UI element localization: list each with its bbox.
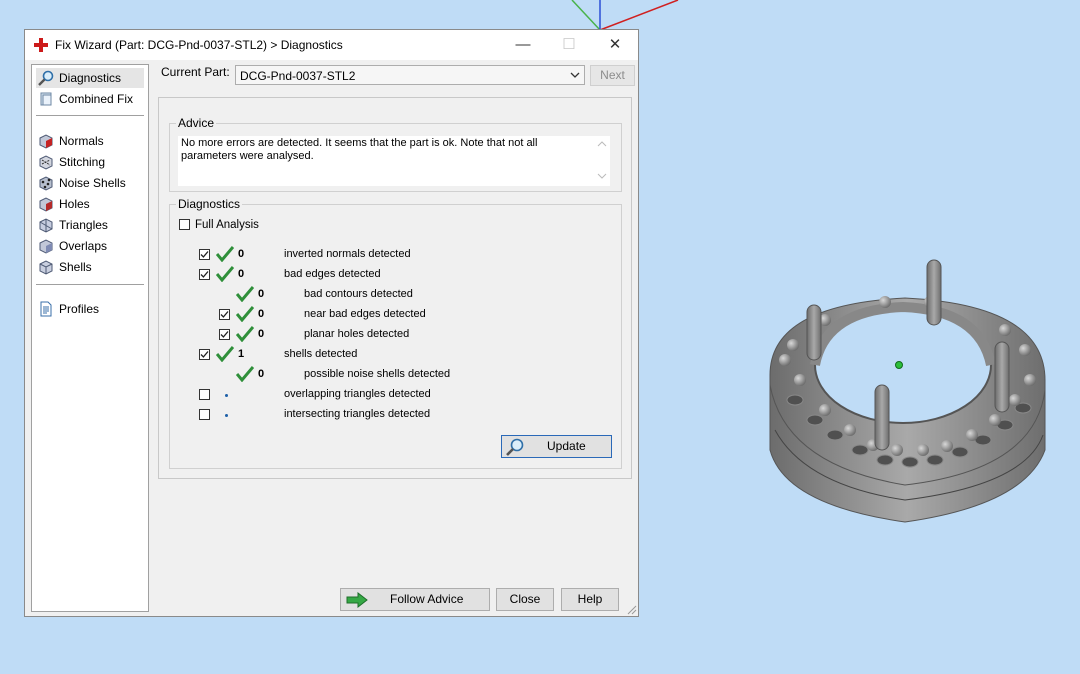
3d-part-model — [769, 259, 1046, 523]
document-icon — [40, 301, 52, 317]
intersecting-triangles-checkbox[interactable] — [199, 409, 210, 420]
diagnostics-group: Diagnostics Full Analysis 0 inverted nor… — [169, 197, 622, 469]
maximize-button: ☐ — [562, 36, 576, 53]
status-dot-icon — [225, 414, 228, 417]
shells-cube-icon — [39, 260, 53, 275]
red-cross-app-icon — [34, 38, 48, 52]
current-part-label: Current Part: — [161, 65, 230, 79]
green-check-icon — [216, 266, 234, 282]
triangles-cube-icon — [39, 218, 53, 233]
sidebar-separator — [36, 115, 144, 116]
overlapping-triangles-checkbox[interactable] — [199, 389, 210, 400]
advice-group-title: Advice — [176, 116, 217, 130]
normals-cube-icon — [39, 134, 53, 149]
green-arrow-icon — [346, 592, 368, 608]
overlapping-triangles-label: overlapping triangles detected — [284, 388, 431, 400]
near-bad-edges-label: near bad edges detected — [304, 308, 426, 320]
sidebar-item-diagnostics[interactable]: Diagnostics — [36, 68, 144, 88]
noise-shells-icon — [39, 176, 53, 191]
close-button[interactable]: Close — [496, 588, 554, 611]
near-bad-edges-count: 0 — [258, 308, 265, 320]
sidebar-item-shells[interactable]: Shells — [36, 257, 144, 277]
sidebar-item-combined-fix[interactable]: Combined Fix — [36, 89, 144, 109]
advice-group: Advice No more errors are detected. It s… — [169, 116, 622, 192]
planar-holes-checkbox[interactable] — [219, 329, 230, 340]
close-window-button[interactable]: ✕ — [592, 30, 638, 60]
fix-wizard-window: Fix Wizard (Part: DCG-Pnd-0037-STL2) > D… — [24, 29, 639, 617]
magnifier-icon — [38, 70, 54, 86]
advice-textbox[interactable]: No more errors are detected. It seems th… — [178, 136, 610, 186]
combined-fix-icon — [40, 92, 52, 106]
noise-shells-count: 0 — [258, 368, 265, 380]
intersecting-triangles-label: intersecting triangles detected — [284, 408, 431, 420]
green-check-icon — [236, 366, 254, 382]
full-analysis-checkbox[interactable] — [179, 219, 190, 230]
near-bad-edges-checkbox[interactable] — [219, 309, 230, 320]
status-dot-icon — [225, 394, 228, 397]
overlaps-cube-icon — [39, 239, 53, 254]
stitching-icon — [39, 155, 53, 170]
advice-scrollbar[interactable] — [594, 136, 610, 186]
sidebar-item-overlaps[interactable]: Overlaps — [36, 236, 144, 256]
bad-edges-label: bad edges detected — [284, 268, 381, 280]
sidebar-item-profiles[interactable]: Profiles — [36, 299, 144, 319]
inverted-normals-count: 0 — [238, 248, 245, 260]
shells-checkbox[interactable] — [199, 349, 210, 360]
current-part-dropdown[interactable]: DCG-Pnd-0037-STL2 — [235, 65, 585, 85]
shells-count: 1 — [238, 348, 245, 360]
sidebar-item-holes[interactable]: Holes — [36, 194, 144, 214]
resize-grip-icon[interactable] — [627, 605, 637, 615]
green-check-icon — [236, 306, 254, 322]
follow-advice-button[interactable]: Follow Advice — [340, 588, 490, 611]
inverted-normals-label: inverted normals detected — [284, 248, 411, 260]
help-button[interactable]: Help — [561, 588, 619, 611]
green-check-icon — [216, 246, 234, 262]
update-label: Update — [547, 439, 586, 453]
planar-holes-count: 0 — [258, 328, 265, 340]
current-part-value: DCG-Pnd-0037-STL2 — [240, 69, 356, 83]
full-analysis-label: Full Analysis — [195, 219, 259, 231]
bad-edges-count: 0 — [238, 268, 245, 280]
diagnostics-panel: Advice No more errors are detected. It s… — [158, 97, 632, 479]
sidebar-separator — [36, 284, 144, 285]
sidebar-item-normals[interactable]: Normals — [36, 131, 144, 151]
holes-cube-icon — [39, 197, 53, 212]
green-check-icon — [236, 286, 254, 302]
update-button[interactable]: Update — [501, 435, 612, 458]
next-button[interactable]: Next — [590, 65, 635, 86]
window-title: Fix Wizard (Part: DCG-Pnd-0037-STL2) > D… — [55, 38, 343, 52]
bad-edges-checkbox[interactable] — [199, 269, 210, 280]
chevron-down-icon — [570, 72, 580, 78]
planar-holes-label: planar holes detected — [304, 328, 410, 340]
sidebar-item-triangles[interactable]: Triangles — [36, 215, 144, 235]
green-check-icon — [216, 346, 234, 362]
inverted-normals-checkbox[interactable] — [199, 249, 210, 260]
follow-advice-label: Follow Advice — [390, 592, 464, 606]
minimize-button[interactable]: — — [500, 30, 546, 60]
diagnostics-group-title: Diagnostics — [176, 197, 243, 211]
sidebar-item-stitching[interactable]: Stitching — [36, 152, 144, 172]
bad-contours-count: 0 — [258, 288, 265, 300]
shells-label: shells detected — [284, 348, 358, 360]
noise-shells-label: possible noise shells detected — [304, 368, 451, 380]
magnifier-icon — [506, 438, 524, 456]
bad-contours-label: bad contours detected — [304, 288, 413, 300]
advice-text: No more errors are detected. It seems th… — [181, 137, 538, 162]
green-check-icon — [236, 326, 254, 342]
title-bar[interactable]: Fix Wizard (Part: DCG-Pnd-0037-STL2) > D… — [25, 30, 638, 60]
sidebar-item-noise-shells[interactable]: Noise Shells — [36, 173, 144, 193]
sidebar: Diagnostics Combined Fix Normals Stitchi… — [31, 64, 149, 612]
